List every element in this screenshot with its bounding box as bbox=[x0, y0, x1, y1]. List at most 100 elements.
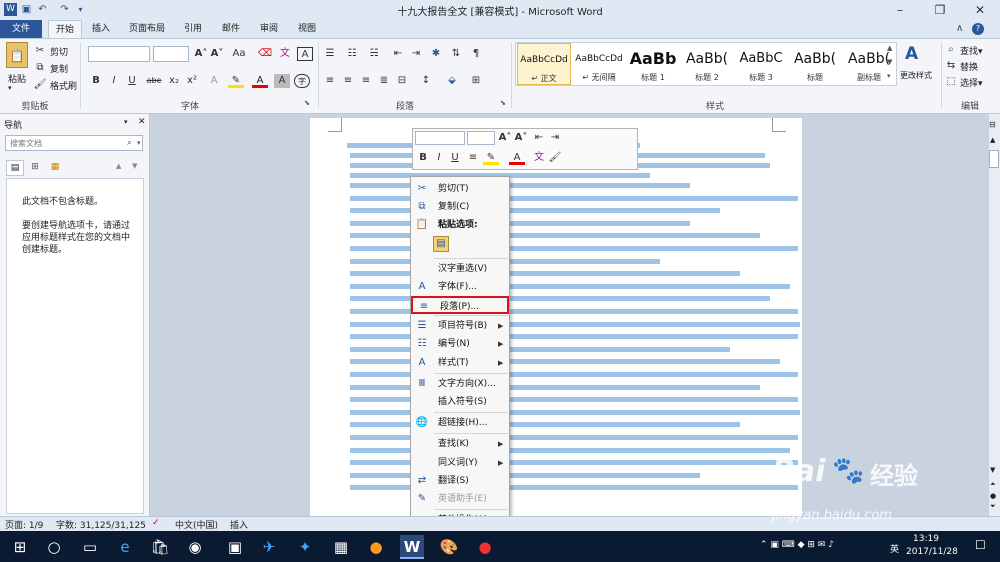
edge-icon[interactable]: e bbox=[113, 535, 137, 559]
search-taskbar-icon[interactable]: ○ bbox=[42, 535, 66, 559]
status-insert-mode[interactable]: 插入 bbox=[230, 518, 248, 531]
shrink-font-button[interactable]: A˅ bbox=[209, 47, 225, 61]
bold-button[interactable]: B bbox=[88, 74, 104, 88]
style-title[interactable]: AaBb(标题 bbox=[788, 43, 842, 85]
show-marks-icon[interactable]: ¶ bbox=[468, 47, 484, 61]
send-icon[interactable]: ✈ bbox=[257, 535, 281, 559]
increase-indent-icon[interactable]: ⇥ bbox=[408, 47, 424, 61]
nav-headings-tab-icon[interactable]: ▤ bbox=[6, 160, 24, 176]
menu-item-item-14[interactable]: 同义词(Y) ▶ bbox=[411, 454, 509, 472]
menu-item-styles[interactable]: A 样式(T) ▶ bbox=[411, 354, 509, 372]
document-page[interactable] bbox=[310, 118, 802, 518]
mini-phonetic-icon[interactable]: 文 bbox=[531, 151, 547, 165]
notifications-icon[interactable]: ☐ bbox=[975, 538, 986, 552]
mini-center-icon[interactable]: ≡ bbox=[465, 151, 481, 165]
vertical-scrollbar[interactable] bbox=[988, 114, 1000, 516]
menu-item-copy[interactable]: ⧉ 复制(C) bbox=[411, 198, 509, 216]
tab-home[interactable]: 开始 bbox=[48, 20, 82, 38]
scroll-up-icon[interactable]: ▲ bbox=[990, 136, 995, 144]
nav-close-icon[interactable]: ✕ bbox=[138, 117, 146, 127]
ruler-toggle-icon[interactable]: ⊟ bbox=[989, 120, 996, 129]
mini-underline-button[interactable]: U bbox=[447, 151, 463, 165]
browser-icon[interactable]: ● bbox=[364, 535, 388, 559]
paint-icon[interactable]: 🎨 bbox=[437, 535, 461, 559]
change-styles-button[interactable]: 更改样式 bbox=[900, 70, 932, 81]
style-heading-2[interactable]: AaBb(标题 2 bbox=[680, 43, 734, 85]
align-center-icon[interactable]: ≡ bbox=[340, 74, 356, 88]
mini-font-color-icon[interactable]: A bbox=[509, 151, 525, 165]
mini-grow-font-button[interactable]: A˄ bbox=[497, 131, 513, 145]
ime-indicator[interactable]: 英 bbox=[890, 542, 899, 555]
start-icon[interactable]: ⊞ bbox=[8, 535, 32, 559]
tab-view[interactable]: 视图 bbox=[294, 20, 320, 38]
menu-item-item-11[interactable]: 插入符号(S) bbox=[411, 393, 509, 411]
tab-mailings[interactable]: 邮件 bbox=[218, 20, 244, 38]
font-dialog-launcher-icon[interactable]: ⬊ bbox=[304, 99, 310, 107]
format-painter-button[interactable]: 格式刷 bbox=[50, 79, 77, 92]
strikethrough-button[interactable]: abe bbox=[146, 74, 162, 88]
scroll-thumb[interactable] bbox=[989, 150, 999, 168]
styles-scroll-up-icon[interactable]: ▲ bbox=[887, 44, 892, 52]
menu-item-hyperlink[interactable]: 🌐 超链接(H)... bbox=[411, 414, 509, 432]
app-icon[interactable]: ◉ bbox=[183, 535, 207, 559]
paragraph-dialog-launcher-icon[interactable]: ⬊ bbox=[500, 99, 506, 107]
search-icon[interactable]: ⌕ bbox=[127, 138, 132, 148]
menu-item-item-13[interactable]: 查找(K) ▶ bbox=[411, 435, 509, 453]
mini-bold-button[interactable]: B bbox=[415, 151, 431, 165]
sort-icon[interactable]: ⇅ bbox=[448, 47, 464, 61]
menu-item-numbering[interactable]: ☷ 编号(N) ▶ bbox=[411, 335, 509, 353]
proofing-icon[interactable]: ✓ bbox=[152, 518, 160, 528]
tab-references[interactable]: 引用 bbox=[180, 20, 206, 38]
scroll-down-icon[interactable]: ▼ bbox=[990, 466, 995, 474]
tool-icon[interactable]: ✦ bbox=[293, 535, 317, 559]
mini-font-size-combo[interactable] bbox=[467, 131, 495, 145]
style-no-spacing[interactable]: AaBbCcDd ↵ 无间隔 bbox=[572, 43, 626, 85]
ribbon-minimize-icon[interactable]: ∧ bbox=[956, 23, 963, 34]
menu-item-paste-keep[interactable]: ▤ bbox=[411, 235, 509, 253]
numbering-icon[interactable]: ☷ bbox=[344, 47, 360, 61]
menu-item-translate[interactable]: ⇄ 翻译(S) bbox=[411, 472, 509, 490]
menu-item-bullets[interactable]: ☰ 项目符号(B) ▶ bbox=[411, 317, 509, 335]
clock-date[interactable]: 2017/11/28 bbox=[906, 547, 958, 557]
copy-button[interactable]: 复制 bbox=[50, 62, 68, 75]
menu-item-item-4[interactable]: 汉字重选(V) bbox=[411, 260, 509, 278]
font-color-button[interactable]: A bbox=[252, 74, 268, 88]
find-button[interactable]: 查找▾ bbox=[960, 44, 983, 57]
menu-item-scissors[interactable]: ✂ 剪切(T) bbox=[411, 180, 509, 198]
font-size-combo[interactable] bbox=[153, 46, 189, 62]
distributed-icon[interactable]: ⊟ bbox=[394, 74, 410, 88]
tab-insert[interactable]: 插入 bbox=[88, 20, 114, 38]
help-icon[interactable]: ? bbox=[972, 23, 984, 35]
style-heading-3[interactable]: AaBbC 标题 3 bbox=[734, 43, 788, 85]
quick-access-customize-icon[interactable]: ▾ bbox=[74, 3, 87, 16]
redo-icon[interactable]: ↷ bbox=[58, 3, 71, 16]
clear-format-icon[interactable]: ⌫ bbox=[257, 47, 273, 61]
cut-button[interactable]: 剪切 bbox=[50, 45, 68, 58]
text-effects-icon[interactable]: A bbox=[206, 74, 222, 88]
grow-font-button[interactable]: A˄ bbox=[193, 47, 209, 61]
browse-object-icon[interactable]: ● bbox=[990, 492, 996, 500]
underline-button[interactable]: U bbox=[124, 74, 140, 88]
close-button[interactable]: ✕ bbox=[960, 0, 1000, 20]
char-border-button[interactable]: A bbox=[297, 47, 313, 61]
next-page-icon[interactable]: ⏷ bbox=[990, 502, 996, 511]
enclose-char-icon[interactable]: 字 bbox=[294, 74, 310, 88]
style-heading-1[interactable]: AaBb 标题 1 bbox=[626, 43, 680, 85]
nav-prev-icon[interactable]: ▲ bbox=[116, 162, 121, 170]
nav-results-tab-icon[interactable]: ▦ bbox=[46, 160, 64, 176]
app-red-icon[interactable]: ● bbox=[473, 535, 497, 559]
style-normal[interactable]: AaBbCcDd ↵ 正文 bbox=[517, 43, 571, 85]
paste-icon[interactable]: 📋 bbox=[6, 42, 28, 68]
status-word-count[interactable]: 字数: 31,125/31,125 bbox=[56, 518, 146, 531]
mini-font-name-combo[interactable] bbox=[415, 131, 465, 145]
search-dropdown-icon[interactable]: ▾ bbox=[137, 139, 141, 147]
styles-more-icon[interactable]: ▾ bbox=[887, 72, 891, 80]
italic-button[interactable]: I bbox=[106, 74, 122, 88]
calculator-icon[interactable]: ▦ bbox=[329, 535, 353, 559]
align-right-icon[interactable]: ≡ bbox=[358, 74, 374, 88]
word-taskbar-icon[interactable]: W bbox=[400, 535, 424, 559]
restore-button[interactable]: ❐ bbox=[920, 0, 960, 20]
paste-dropdown-icon[interactable]: ▾ bbox=[8, 84, 12, 92]
replace-button[interactable]: 替换 bbox=[960, 60, 978, 73]
minimize-button[interactable]: – bbox=[880, 0, 920, 20]
